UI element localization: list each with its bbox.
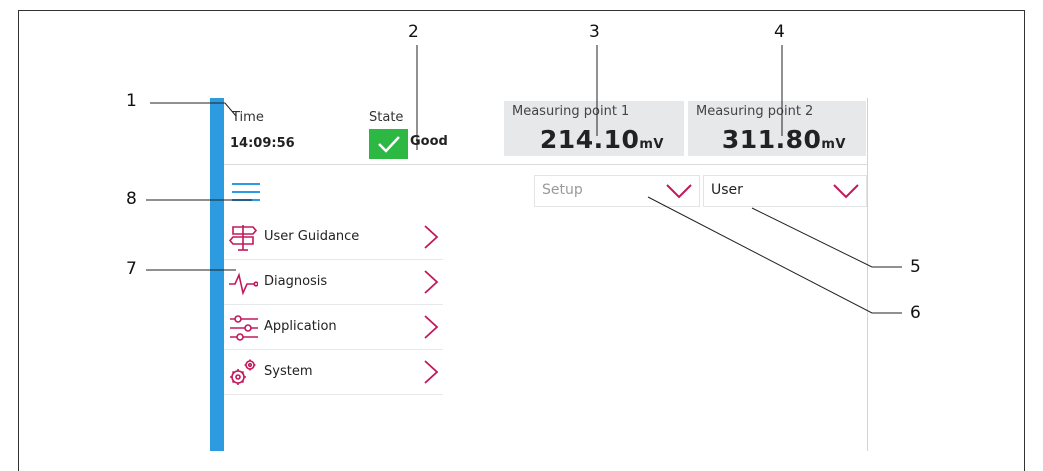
- callout-number-5: 5: [910, 257, 921, 277]
- callout-leaders: [146, 45, 902, 314]
- callout-number-1: 1: [126, 91, 137, 111]
- callout-number-4: 4: [774, 22, 785, 42]
- callout-number-3: 3: [589, 22, 600, 42]
- callout-number-7: 7: [126, 259, 137, 279]
- callout-number-2: 2: [408, 22, 419, 42]
- callout-number-8: 8: [126, 189, 137, 209]
- callout-number-6: 6: [910, 303, 921, 323]
